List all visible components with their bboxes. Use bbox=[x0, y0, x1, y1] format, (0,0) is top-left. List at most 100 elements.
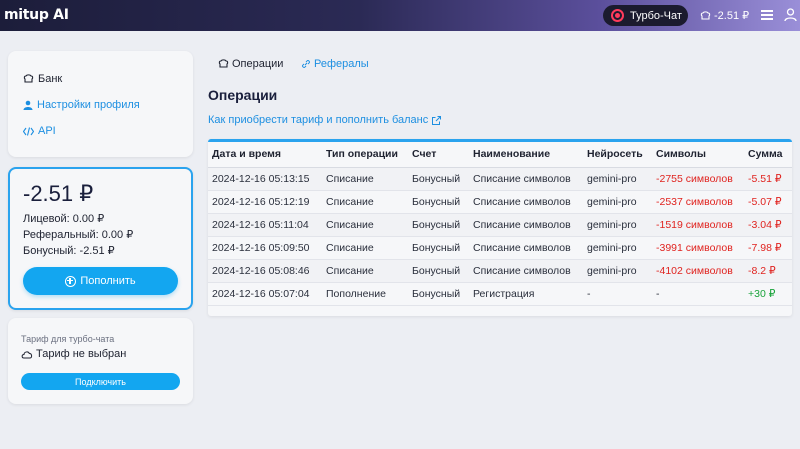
table-cell-type: Списание bbox=[322, 236, 408, 260]
topup-button[interactable]: Пополнить bbox=[23, 267, 178, 295]
table-cell-symbols: -1519 символов bbox=[652, 213, 744, 237]
link-icon bbox=[302, 60, 310, 68]
external-link-icon bbox=[432, 115, 442, 125]
header-balance[interactable]: -2.51 ₽ bbox=[700, 9, 749, 22]
cloud-icon bbox=[21, 350, 33, 358]
total-balance: -2.51 ₽ bbox=[23, 181, 94, 206]
column-header[interactable]: Нейросеть bbox=[583, 142, 652, 168]
table-cell-amount: -7.98 ₽ bbox=[744, 236, 792, 260]
tariff-card bbox=[8, 318, 193, 404]
help-link[interactable]: Как приобрести тариф и пополнить баланс bbox=[208, 114, 442, 126]
logo[interactable]: mitup AI bbox=[4, 7, 69, 23]
column-header[interactable]: Счет bbox=[408, 142, 469, 168]
sidebar-item-profile-settings[interactable]: Настройки профиля bbox=[23, 99, 140, 111]
table-cell-name: Списание символов bbox=[469, 236, 583, 260]
table-cell-model: gemini-pro bbox=[583, 213, 652, 237]
sidebar-item-bank[interactable]: Банк bbox=[23, 73, 62, 85]
record-icon bbox=[611, 9, 624, 22]
help-link-text: Как приобрести тариф и пополнить баланс bbox=[208, 114, 429, 126]
table-cell-model: - bbox=[583, 282, 652, 306]
table-cell-name: Списание символов bbox=[469, 190, 583, 214]
table-cell-name: Списание символов bbox=[469, 213, 583, 237]
table-cell-type: Списание bbox=[322, 259, 408, 283]
table-cell-account: Бонусный bbox=[408, 236, 469, 260]
table-cell-datetime: 2024-12-16 05:13:15 bbox=[208, 167, 322, 191]
cap-icon bbox=[23, 74, 34, 83]
user-icon[interactable] bbox=[784, 8, 797, 22]
table-cell-type: Списание bbox=[322, 213, 408, 237]
page-title: Операции bbox=[208, 87, 278, 103]
referral-balance: Реферальный: 0.00 ₽ bbox=[23, 229, 134, 241]
table-cell-model: gemini-pro bbox=[583, 190, 652, 214]
logo-text: mitup bbox=[4, 7, 49, 23]
table-cell-symbols: -2755 символов bbox=[652, 167, 744, 191]
logo-ai: AI bbox=[53, 7, 69, 23]
personal-balance: Лицевой: 0.00 ₽ bbox=[23, 213, 105, 225]
table-cell-account: Бонусный bbox=[408, 190, 469, 214]
turbo-chat-label: Турбо-Чат bbox=[630, 9, 682, 22]
connect-button[interactable]: Подключить bbox=[21, 373, 180, 390]
table-cell-account: Бонусный bbox=[408, 213, 469, 237]
table-cell-symbols: - bbox=[652, 282, 744, 306]
table-cell-amount: +30 ₽ bbox=[744, 282, 792, 306]
table-cell-name: Списание символов bbox=[469, 259, 583, 283]
table-cell-type: Списание bbox=[322, 167, 408, 191]
topup-label: Пополнить bbox=[80, 275, 136, 287]
table-cell-model: gemini-pro bbox=[583, 236, 652, 260]
table-cell-amount: -8.2 ₽ bbox=[744, 259, 792, 283]
tariff-caption: Тариф для турбо-чата bbox=[21, 334, 115, 344]
tab-operations[interactable]: Операции bbox=[218, 58, 283, 70]
table-cell-symbols: -3991 символов bbox=[652, 236, 744, 260]
table-cell-model: gemini-pro bbox=[583, 167, 652, 191]
column-header[interactable]: Дата и время bbox=[208, 142, 322, 168]
column-header[interactable]: Наименование bbox=[469, 142, 583, 168]
column-header[interactable]: Сумма bbox=[744, 142, 792, 168]
table-row: 2024-12-16 05:11:04 Списание Бонусный Списа… bbox=[208, 213, 792, 237]
turbo-chat-button[interactable]: Турбо-Чат bbox=[603, 5, 688, 26]
header-balance-value: -2.51 ₽ bbox=[714, 10, 750, 22]
table-row: 2024-12-16 05:13:15 Списание Бонусный Списа… bbox=[208, 167, 792, 191]
person-icon bbox=[23, 100, 33, 110]
table-cell-datetime: 2024-12-16 05:11:04 bbox=[208, 213, 322, 237]
table-cell-account: Бонусный bbox=[408, 282, 469, 306]
table-cell-symbols: -2537 символов bbox=[652, 190, 744, 214]
tab-label: Операции bbox=[232, 58, 284, 70]
table-cell-amount: -5.07 ₽ bbox=[744, 190, 792, 214]
table-row: 2024-12-16 05:08:46 Списание Бонусный Списа… bbox=[208, 259, 792, 283]
tariff-status: Тариф не выбран bbox=[21, 348, 126, 360]
table-cell-amount: -3.04 ₽ bbox=[744, 213, 792, 237]
table-cell-name: Списание символов bbox=[469, 167, 583, 191]
operations-table: Дата и время Тип операции Счет Наименова… bbox=[208, 139, 792, 316]
table-cell-datetime: 2024-12-16 05:07:04 bbox=[208, 282, 322, 306]
tab-referrals[interactable]: Рефералы bbox=[301, 58, 369, 70]
column-header[interactable]: Тип операции bbox=[322, 142, 408, 168]
cap-icon bbox=[700, 10, 711, 20]
bonus-balance: Бонусный: -2.51 ₽ bbox=[23, 245, 115, 257]
table-header-row: Дата и время Тип операции Счет Наименова… bbox=[208, 142, 792, 168]
tab-label: Рефералы bbox=[314, 58, 369, 70]
table-cell-symbols: -4102 символов bbox=[652, 259, 744, 283]
table-row: 2024-12-16 05:07:04 Пополнение Бонусный Рег… bbox=[208, 282, 792, 306]
table-row: 2024-12-16 05:09:50 Списание Бонусный Списа… bbox=[208, 236, 792, 260]
sidebar-item-label: API bbox=[38, 125, 56, 137]
table-cell-datetime: 2024-12-16 05:09:50 bbox=[208, 236, 322, 260]
sidebar-item-api[interactable]: API bbox=[23, 125, 56, 137]
menu-icon[interactable] bbox=[761, 10, 773, 20]
table-cell-model: gemini-pro bbox=[583, 259, 652, 283]
table-cell-account: Бонусный bbox=[408, 167, 469, 191]
sidebar-item-label: Банк bbox=[38, 73, 63, 85]
cap-icon bbox=[218, 59, 229, 68]
tariff-status-text: Тариф не выбран bbox=[36, 348, 127, 360]
table-cell-name: Регистрация bbox=[469, 282, 583, 306]
sidebar-item-label: Настройки профиля bbox=[37, 99, 140, 111]
table-cell-account: Бонусный bbox=[408, 259, 469, 283]
code-icon bbox=[23, 126, 34, 136]
plus-circle-icon bbox=[65, 275, 77, 287]
table-row: 2024-12-16 05:12:19 Списание Бонусный Списа… bbox=[208, 190, 792, 214]
column-header[interactable]: Символы bbox=[652, 142, 744, 168]
table-cell-type: Списание bbox=[322, 190, 408, 214]
top-bar: mitup AI Турбо-Чат -2.51 ₽ bbox=[0, 0, 800, 31]
table-cell-amount: -5.51 ₽ bbox=[744, 167, 792, 191]
table-cell-type: Пополнение bbox=[322, 282, 408, 306]
table-cell-datetime: 2024-12-16 05:12:19 bbox=[208, 190, 322, 214]
